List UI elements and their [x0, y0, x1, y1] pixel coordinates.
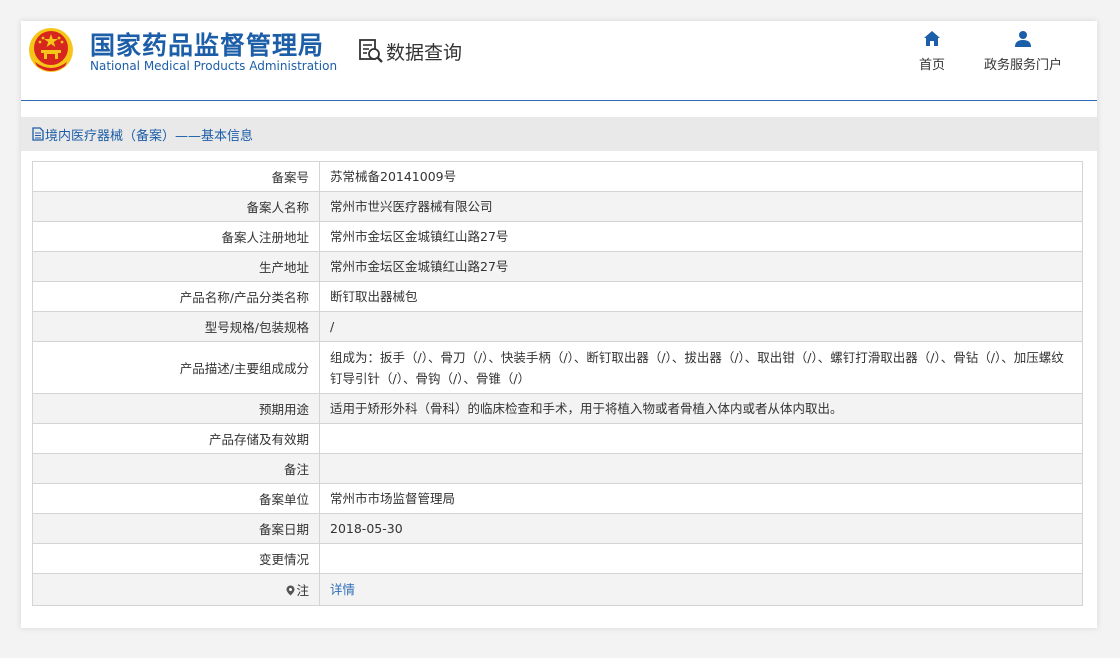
table-row: 备案人名称 常州市世兴医疗器械有限公司	[32, 191, 1083, 222]
field-value	[319, 453, 1083, 484]
data-query-label: 数据查询	[386, 41, 463, 64]
table-row: 备案人注册地址 常州市金坛区金城镇红山路27号	[32, 221, 1083, 252]
field-value: 适用于矫形外科（骨科）的临床检查和手术，用于将植入物或者骨植入体内或者从体内取出…	[319, 393, 1083, 424]
header-divider	[21, 100, 1097, 101]
home-icon	[924, 31, 940, 46]
field-label: 型号规格/包装规格	[32, 311, 320, 342]
field-label: 生产地址	[32, 251, 320, 282]
field-label: 注	[296, 583, 309, 598]
section-header: 境内医疗器械（备案）——基本信息	[21, 117, 1097, 151]
field-label: 产品名称/产品分类名称	[32, 281, 320, 312]
field-label: 备案日期	[32, 513, 320, 544]
table-row: 生产地址 常州市金坛区金城镇红山路27号	[32, 251, 1083, 282]
field-value: 断钉取出器械包	[319, 281, 1083, 312]
table-row: 备注	[32, 453, 1083, 484]
field-value: 常州市世兴医疗器械有限公司	[319, 191, 1083, 222]
site-header: 国家药品监督管理局 National Medical Products Admi…	[21, 21, 1097, 100]
org-name-cn[interactable]: 国家药品监督管理局	[90, 26, 324, 62]
field-value-cell: 详情	[319, 573, 1083, 606]
nav-home-label: 首页	[918, 58, 945, 73]
field-value: 组成为：扳手（/）、骨刀（/）、快装手柄（/）、断钉取出器（/）、拔出器（/）、…	[319, 341, 1083, 394]
nav-home[interactable]: 首页	[912, 28, 952, 73]
field-label: 备案单位	[32, 483, 320, 514]
table-row: 产品描述/主要组成成分 组成为：扳手（/）、骨刀（/）、快装手柄（/）、断钉取出…	[32, 341, 1083, 394]
national-emblem-icon	[29, 28, 73, 72]
data-query-icon	[359, 39, 383, 63]
nav-portal-label: 政务服务门户	[983, 58, 1062, 73]
field-value: /	[319, 311, 1083, 342]
field-value: 2018-05-30	[319, 513, 1083, 544]
details-link[interactable]: 详情	[330, 582, 355, 597]
table-row: 型号规格/包装规格 /	[32, 311, 1083, 342]
field-label: 备案人名称	[32, 191, 320, 222]
table-row: 预期用途 适用于矫形外科（骨科）的临床检查和手术，用于将植入物或者骨植入体内或者…	[32, 393, 1083, 424]
location-pin-icon	[286, 585, 295, 596]
document-icon	[32, 127, 44, 141]
org-name-en[interactable]: National Medical Products Administration	[90, 59, 337, 73]
nav-portal[interactable]: 政务服务门户	[983, 28, 1063, 73]
content-card: 国家药品监督管理局 National Medical Products Admi…	[21, 21, 1097, 628]
table-row: 产品名称/产品分类名称 断钉取出器械包	[32, 281, 1083, 312]
field-value: 常州市金坛区金城镇红山路27号	[319, 221, 1083, 252]
note-label-cell: 注	[32, 573, 320, 606]
field-label: 备案人注册地址	[32, 221, 320, 252]
field-label: 产品描述/主要组成成分	[32, 341, 320, 394]
field-value: 常州市金坛区金城镇红山路27号	[319, 251, 1083, 282]
user-icon	[1015, 31, 1031, 47]
field-label: 备注	[32, 453, 320, 484]
table-row: 变更情况	[32, 543, 1083, 574]
table-row: 产品存储及有效期	[32, 423, 1083, 454]
section-title: 境内医疗器械（备案）——基本信息	[45, 128, 254, 144]
data-query-link[interactable]: 数据查询	[357, 35, 462, 67]
field-value: 常州市市场监督管理局	[319, 483, 1083, 514]
table-row: 备案号 苏常械备20141009号	[32, 161, 1083, 192]
field-label: 变更情况	[32, 543, 320, 574]
field-value	[319, 543, 1083, 574]
table-row: 备案日期 2018-05-30	[32, 513, 1083, 544]
detail-table: 备案号 苏常械备20141009号 备案人名称 常州市世兴医疗器械有限公司 备案…	[32, 161, 1083, 606]
field-label: 预期用途	[32, 393, 320, 424]
field-value: 苏常械备20141009号	[319, 161, 1083, 192]
table-row: 备案单位 常州市市场监督管理局	[32, 483, 1083, 514]
field-label: 产品存储及有效期	[32, 423, 320, 454]
field-label: 备案号	[32, 161, 320, 192]
table-row: 注 详情	[32, 573, 1083, 606]
field-value	[319, 423, 1083, 454]
